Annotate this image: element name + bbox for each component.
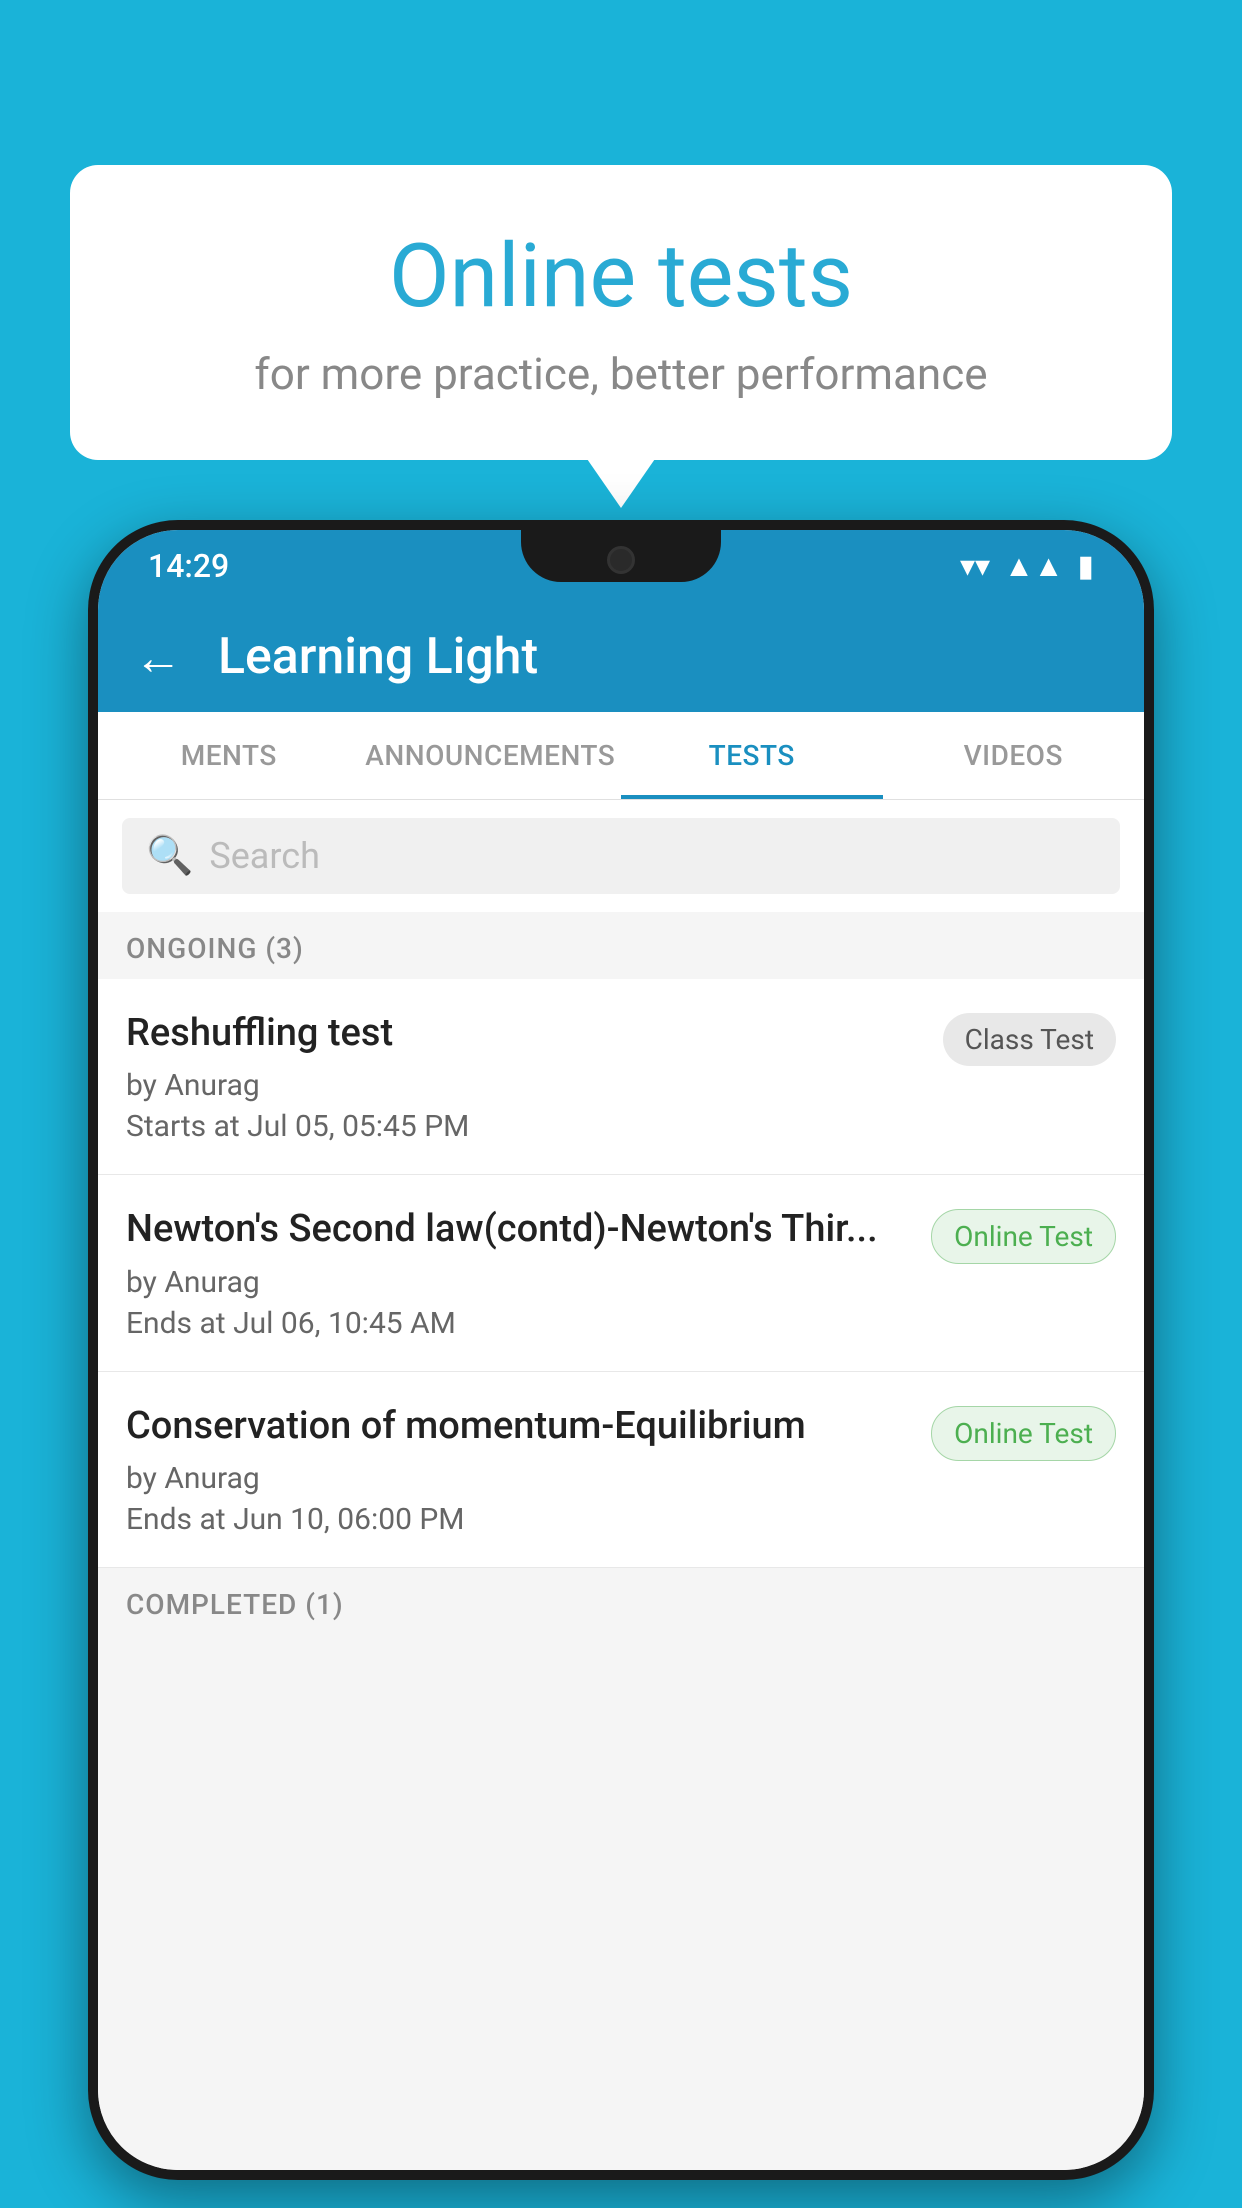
- section-completed-header: COMPLETED (1): [98, 1568, 1144, 1635]
- test-item-0-badge: Class Test: [943, 1013, 1116, 1066]
- test-item-0-time: Starts at Jul 05, 05:45 PM: [126, 1109, 923, 1144]
- search-icon: 🔍: [146, 834, 193, 878]
- test-item-0-author: by Anurag: [126, 1068, 923, 1103]
- search-input-wrapper[interactable]: 🔍 Search: [122, 818, 1120, 894]
- test-item-2-name: Conservation of momentum-Equilibrium: [126, 1402, 911, 1451]
- bubble-title: Online tests: [150, 225, 1092, 328]
- wifi-icon: ▾▾: [960, 549, 990, 584]
- test-item-0-left: Reshuffling test by Anurag Starts at Jul…: [126, 1009, 943, 1144]
- section-completed-title: COMPLETED (1): [126, 1588, 344, 1621]
- search-container: 🔍 Search: [98, 800, 1144, 912]
- signal-icon: ▲▲: [1004, 549, 1063, 584]
- test-item-1-badge: Online Test: [931, 1209, 1116, 1264]
- test-item-0-name: Reshuffling test: [126, 1009, 923, 1058]
- phone-camera: [607, 546, 635, 574]
- phone-notch: [521, 530, 721, 582]
- test-item-1-left: Newton's Second law(contd)-Newton's Thir…: [126, 1205, 931, 1340]
- test-item-1-time: Ends at Jul 06, 10:45 AM: [126, 1306, 911, 1341]
- app-title: Learning Light: [218, 628, 538, 686]
- phone-wrapper: 14:29 ▾▾ ▲▲ ▮ ← Learning Light MENTS ANN…: [88, 520, 1154, 2208]
- speech-bubble-container: Online tests for more practice, better p…: [70, 165, 1172, 460]
- screen-content: 🔍 Search ONGOING (3) Reshuffling test by…: [98, 800, 1144, 2170]
- tab-videos[interactable]: VIDEOS: [883, 712, 1145, 799]
- test-item-2-time-label: Ends at: [126, 1502, 226, 1537]
- tab-announcements[interactable]: ANNOUNCEMENTS: [360, 712, 622, 799]
- phone-frame: 14:29 ▾▾ ▲▲ ▮ ← Learning Light MENTS ANN…: [88, 520, 1154, 2180]
- test-item-0[interactable]: Reshuffling test by Anurag Starts at Jul…: [98, 979, 1144, 1175]
- status-time: 14:29: [148, 547, 229, 585]
- test-item-2-time: Ends at Jun 10, 06:00 PM: [126, 1502, 911, 1537]
- test-item-0-time-label: Starts at: [126, 1109, 240, 1144]
- test-item-2-badge: Online Test: [931, 1406, 1116, 1461]
- phone-screen: 14:29 ▾▾ ▲▲ ▮ ← Learning Light MENTS ANN…: [98, 530, 1144, 2170]
- speech-bubble: Online tests for more practice, better p…: [70, 165, 1172, 460]
- battery-icon: ▮: [1077, 549, 1094, 584]
- test-item-2-time-value: Jun 10, 06:00 PM: [233, 1502, 464, 1537]
- search-placeholder: Search: [209, 835, 320, 877]
- test-item-1-time-value: Jul 06, 10:45 AM: [233, 1306, 456, 1341]
- test-item-2[interactable]: Conservation of momentum-Equilibrium by …: [98, 1372, 1144, 1568]
- tab-ments[interactable]: MENTS: [98, 712, 360, 799]
- test-item-0-time-value: Jul 05, 05:45 PM: [247, 1109, 469, 1144]
- test-item-2-left: Conservation of momentum-Equilibrium by …: [126, 1402, 931, 1537]
- app-bar: ← Learning Light: [98, 602, 1144, 712]
- tab-tests[interactable]: TESTS: [621, 712, 883, 799]
- test-item-2-author: by Anurag: [126, 1461, 911, 1496]
- back-button[interactable]: ←: [134, 629, 182, 686]
- status-icons: ▾▾ ▲▲ ▮: [960, 549, 1094, 584]
- bubble-subtitle: for more practice, better performance: [150, 348, 1092, 400]
- test-item-1-author: by Anurag: [126, 1265, 911, 1300]
- section-ongoing-title: ONGOING (3): [126, 932, 304, 965]
- section-ongoing-header: ONGOING (3): [98, 912, 1144, 979]
- test-item-1[interactable]: Newton's Second law(contd)-Newton's Thir…: [98, 1175, 1144, 1371]
- tabs-container: MENTS ANNOUNCEMENTS TESTS VIDEOS: [98, 712, 1144, 800]
- test-item-1-time-label: Ends at: [126, 1306, 226, 1341]
- test-item-1-name: Newton's Second law(contd)-Newton's Thir…: [126, 1205, 911, 1254]
